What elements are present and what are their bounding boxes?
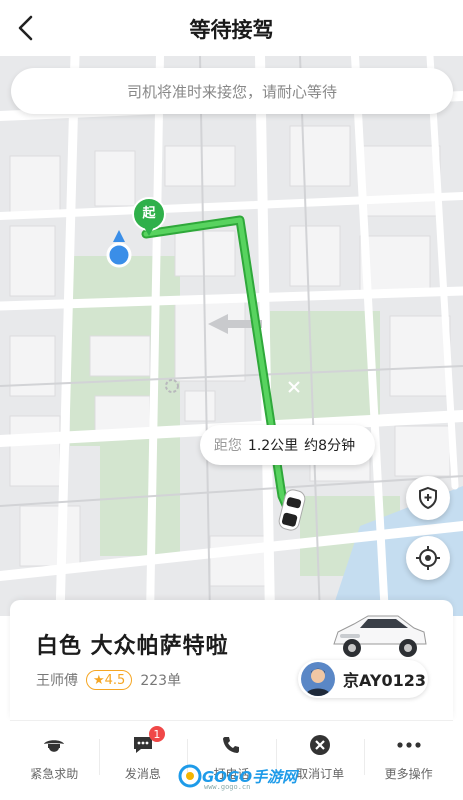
- crosshair-icon: [416, 546, 440, 570]
- shield-plus-icon: [419, 486, 437, 510]
- action-label: 更多操作: [384, 767, 433, 781]
- safety-shield-button[interactable]: [406, 476, 450, 520]
- distance-km: 1.2公里: [247, 438, 299, 454]
- driver-rating: ★4.5: [86, 670, 133, 690]
- map-view[interactable]: 起: [0, 56, 463, 616]
- send-message-button[interactable]: 1 发消息: [98, 721, 188, 800]
- pickup-label: 起: [142, 206, 156, 221]
- phone-icon: [219, 733, 243, 757]
- plate-chip: 京AY0123: [298, 660, 428, 698]
- page-title: 等待接驾: [189, 18, 274, 42]
- distance-eta: 约8分钟: [304, 438, 356, 454]
- emergency-button[interactable]: 紧急求助: [10, 721, 99, 800]
- action-label: 发消息: [124, 767, 161, 781]
- driver-info: 王师傅 ★4.5 223单: [36, 670, 181, 690]
- action-label: 取消订单: [296, 767, 345, 781]
- more-icon: [397, 733, 421, 757]
- locate-me-button[interactable]: [406, 536, 450, 580]
- top-bar: 等待接驾: [0, 0, 463, 56]
- distance-prefix: 距您: [213, 438, 242, 454]
- watermark-logo-icon: [178, 764, 202, 788]
- car-description: 白色 大众帕萨特啦: [36, 634, 229, 659]
- distance-bubble: 距您 1.2公里 约8分钟: [200, 425, 375, 465]
- driver-avatar: [301, 662, 335, 696]
- driver-name: 王师傅: [36, 673, 78, 689]
- driver-card[interactable]: 白色 大众帕萨特啦 王师傅 ★4.5 223单 京AY0123: [10, 600, 453, 720]
- watermark: GOGO手游网 www.gogo.cn: [178, 764, 297, 791]
- cancel-icon: [308, 733, 332, 757]
- order-count: 223单: [140, 673, 182, 689]
- unread-badge: 1: [148, 726, 165, 742]
- map-canvas: [0, 56, 463, 616]
- car-photo: [333, 615, 427, 657]
- more-actions-button[interactable]: 更多操作: [364, 721, 453, 800]
- action-label: 紧急求助: [30, 767, 79, 781]
- license-plate: 京AY0123: [343, 671, 426, 690]
- watermark-sub: www.gogo.cn: [204, 783, 251, 791]
- cancel-order-button[interactable]: 取消订单: [275, 721, 365, 800]
- wait-notice: 司机将准时来接您，请耐心等待: [11, 68, 453, 114]
- police-icon: [42, 733, 66, 757]
